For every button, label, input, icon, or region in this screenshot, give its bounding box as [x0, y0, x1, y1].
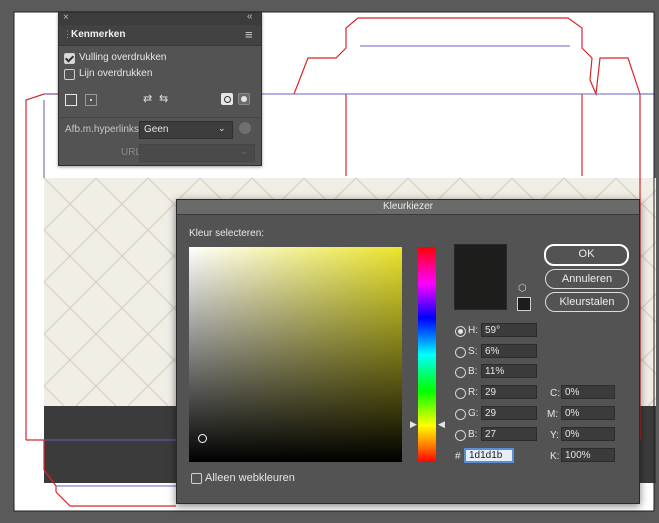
- overprint-fill-label: Vulling overdrukken: [79, 52, 167, 63]
- hue-field[interactable]: 59°: [481, 323, 537, 337]
- web-colors-checkbox[interactable]: [191, 473, 202, 484]
- brightness-label: B:: [468, 366, 478, 377]
- hue-slider-arrow-right[interactable]: ◀: [438, 419, 445, 430]
- arrows-swap-alt-icon[interactable]: ⇆: [159, 93, 168, 105]
- saturation-label: S:: [468, 346, 478, 357]
- panel-divider: [59, 117, 261, 118]
- hyperlink-select-value: Geen: [144, 124, 169, 135]
- black-label: K:: [550, 451, 560, 462]
- swatches-button[interactable]: Kleurstalen: [545, 292, 629, 312]
- hyperlink-select[interactable]: Geen ⌄: [139, 121, 233, 139]
- magenta-label: M:: [547, 409, 559, 420]
- select-color-label: Kleur selecteren:: [189, 228, 265, 239]
- hue-slider[interactable]: [418, 247, 436, 462]
- red-field[interactable]: 29: [481, 385, 537, 399]
- ring-icon: [224, 96, 231, 103]
- chevron-down-icon: ⌄: [218, 123, 226, 133]
- black-field[interactable]: 100%: [561, 448, 615, 462]
- panel-titlebar[interactable]: × «: [59, 11, 261, 25]
- saturation-field[interactable]: 6%: [481, 344, 537, 358]
- chevron-down-icon: ⌄: [240, 146, 248, 156]
- panel-tab-row: ⋮ Kenmerken ≡: [59, 25, 261, 46]
- magenta-field[interactable]: 0%: [561, 406, 615, 420]
- yellow-field[interactable]: 0%: [561, 427, 615, 441]
- hyperlink-label: Afb.m.hyperlinks:: [65, 124, 142, 135]
- yellow-label: Y:: [550, 430, 559, 441]
- url-select[interactable]: ⌄: [139, 144, 255, 162]
- web-colors-label: Alleen webkleuren: [205, 472, 295, 484]
- attributes-panel: × « ⋮ Kenmerken ≡ Vulling overdrukken Li…: [58, 11, 262, 166]
- blue-label: B:: [468, 429, 478, 440]
- saturation-brightness-field[interactable]: [189, 247, 402, 462]
- circle-icon: [241, 96, 247, 102]
- green-label: G:: [468, 408, 479, 419]
- panel-menu-icon[interactable]: ≡: [245, 27, 253, 42]
- cancel-button[interactable]: Annuleren: [545, 269, 629, 289]
- color-field-marker[interactable]: [198, 434, 207, 443]
- image-map-none-icon[interactable]: [65, 94, 77, 106]
- cyan-label: C:: [550, 388, 560, 399]
- green-field[interactable]: 29: [481, 406, 537, 420]
- overprint-stroke-label: Lijn overdrukken: [79, 68, 153, 79]
- out-of-gamut-cube-icon[interactable]: ⬡: [518, 283, 527, 294]
- overprint-fill-checkbox[interactable]: [64, 53, 75, 64]
- dot-icon: [90, 99, 92, 101]
- blue-field[interactable]: 27: [481, 427, 537, 441]
- dialog-title: Kleurkiezer: [177, 200, 639, 215]
- radio-red[interactable]: [455, 388, 466, 399]
- tab-kenmerken[interactable]: Kenmerken: [71, 29, 125, 40]
- radio-green[interactable]: [455, 409, 466, 420]
- image-map-rectangle-icon[interactable]: [85, 94, 97, 106]
- nonzero-winding-icon[interactable]: [221, 93, 233, 105]
- hue-label: H:: [468, 325, 478, 336]
- radio-blue[interactable]: [455, 430, 466, 441]
- red-label: R:: [468, 387, 478, 398]
- close-icon[interactable]: ×: [63, 12, 69, 23]
- globe-icon[interactable]: [239, 122, 251, 134]
- brightness-field[interactable]: 11%: [481, 364, 537, 378]
- radio-hue[interactable]: [455, 326, 466, 337]
- closest-gamut-swatch[interactable]: [517, 297, 531, 311]
- cyan-field[interactable]: 0%: [561, 385, 615, 399]
- radio-brightness[interactable]: [455, 367, 466, 378]
- collapse-icon[interactable]: «: [247, 11, 253, 22]
- current-color-preview: [454, 244, 507, 310]
- hex-prefix: #: [455, 451, 461, 462]
- ok-button[interactable]: OK: [544, 244, 629, 266]
- hex-field[interactable]: 1d1d1b: [464, 448, 514, 463]
- overprint-stroke-checkbox[interactable]: [64, 69, 75, 80]
- radio-saturation[interactable]: [455, 347, 466, 358]
- color-picker-dialog: Kleurkiezer Kleur selecteren: ▶ ◀ ⬡ OK A…: [176, 199, 640, 504]
- even-odd-icon[interactable]: [238, 93, 250, 105]
- arrows-swap-icon[interactable]: ⇄: [143, 93, 152, 105]
- hue-slider-arrow-left[interactable]: ▶: [410, 419, 417, 430]
